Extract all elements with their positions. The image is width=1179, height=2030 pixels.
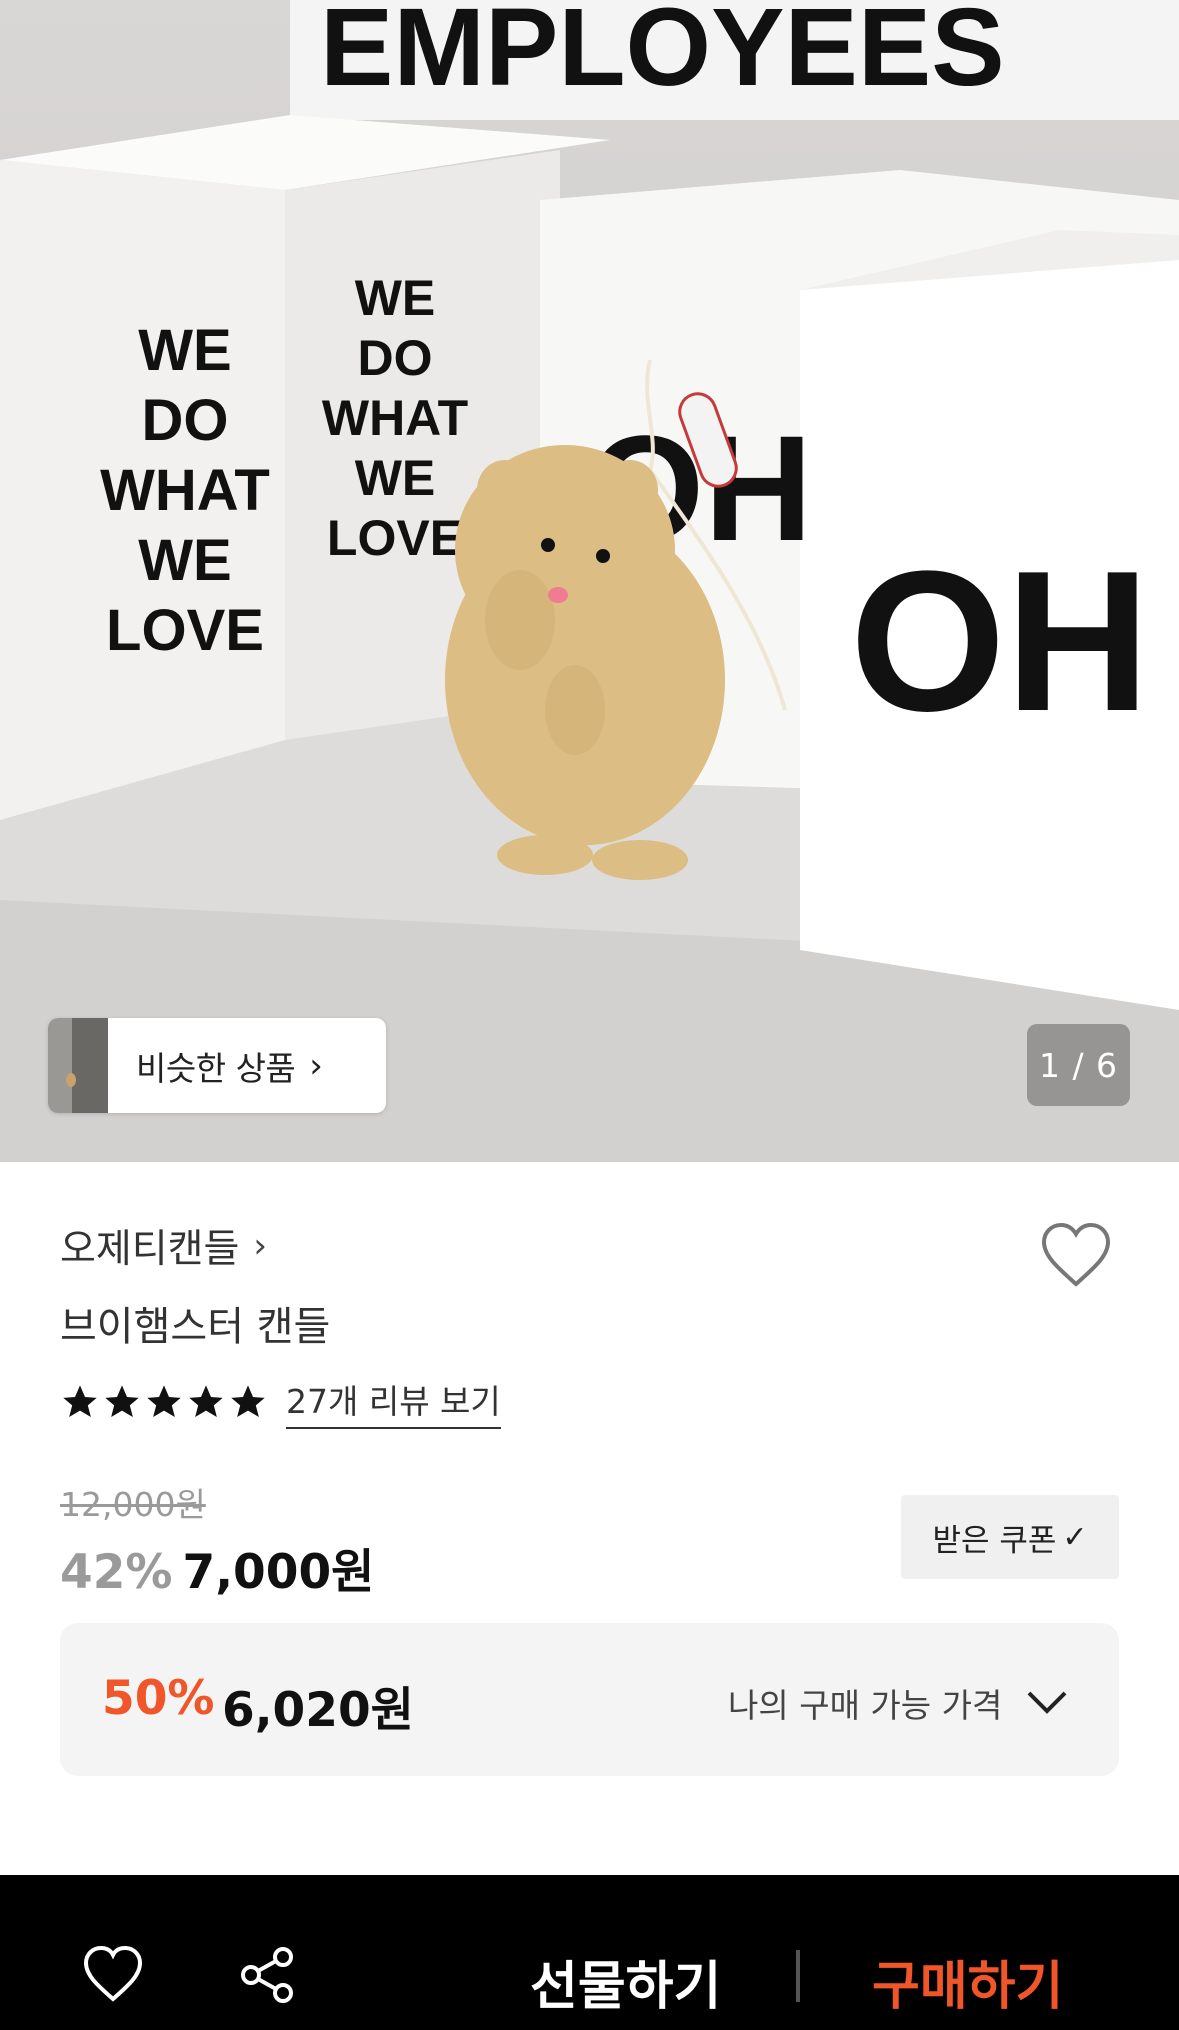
svg-text:OH: OH — [850, 530, 1150, 753]
product-photo: EMPLOYEES WE DO WHAT WE LOVE WE DO WHAT … — [0, 0, 1179, 1162]
price-row: 42% 7,000원 — [60, 1533, 374, 1602]
svg-text:LOVE: LOVE — [106, 598, 264, 663]
product-image-carousel[interactable]: EMPLOYEES WE DO WHAT WE LOVE WE DO WHAT … — [0, 0, 1179, 1162]
similar-product-thumbnail — [48, 1018, 108, 1113]
share-icon[interactable] — [237, 1945, 297, 2005]
svg-text:WHAT: WHAT — [100, 458, 270, 523]
star-icon — [147, 1385, 181, 1417]
svg-text:WE: WE — [355, 450, 436, 506]
svg-text:WHAT: WHAT — [322, 390, 468, 446]
review-link[interactable]: 27개 리뷰 보기 — [286, 1375, 501, 1429]
product-name: 브이햄스터 캔들 — [60, 1304, 331, 1350]
check-icon: ✓ — [1062, 1519, 1088, 1555]
image-page-counter: 1 / 6 — [1027, 1024, 1130, 1106]
star-icon — [105, 1385, 139, 1417]
sign-text: EMPLOYEES — [320, 0, 1005, 109]
heart-icon[interactable] — [82, 1945, 144, 2003]
svg-text:LOVE: LOVE — [327, 510, 463, 566]
brand-link[interactable]: 오제티캔들 › — [60, 1218, 267, 1274]
star-icon — [231, 1385, 265, 1417]
star-icon — [189, 1385, 223, 1417]
gift-button[interactable]: 선물하기 — [530, 1944, 721, 2019]
chevron-down-icon — [1027, 1691, 1067, 1714]
svg-text:DO: DO — [358, 330, 433, 386]
coupon-label: 받은 쿠폰 — [932, 1522, 1057, 1559]
svg-text:WE: WE — [138, 318, 231, 383]
discount-rate: 42% — [60, 1545, 173, 1600]
brand-name: 오제티캔들 — [60, 1227, 240, 1272]
divider — [796, 1950, 800, 2002]
chevron-right-icon: › — [309, 1045, 323, 1086]
heart-icon[interactable] — [1040, 1222, 1112, 1288]
svg-text:WE: WE — [138, 528, 231, 593]
chevron-right-icon: › — [253, 1226, 268, 1266]
svg-text:DO: DO — [142, 388, 229, 453]
similar-products-button[interactable]: 비슷한 상품 › — [48, 1018, 386, 1113]
my-price-label: 나의 구매 가능 가격 — [728, 1686, 1003, 1725]
svg-text:WE: WE — [355, 270, 436, 326]
my-price-panel[interactable]: 50% 6,020원 나의 구매 가능 가격 — [60, 1623, 1119, 1776]
similar-products-label: 비슷한 상품 — [136, 1048, 296, 1088]
buy-button[interactable]: 구매하기 — [872, 1944, 1063, 2019]
rating-stars — [60, 1382, 268, 1422]
sale-price: 7,000원 — [182, 1545, 375, 1600]
my-price-discount: 50% — [102, 1671, 215, 1726]
rating-row: 27개 리뷰 보기 — [60, 1375, 501, 1429]
original-price: 12,000원 — [60, 1485, 206, 1524]
star-icon — [63, 1385, 97, 1417]
my-price-value: 6,020원 — [222, 1683, 414, 1738]
received-coupon-button[interactable]: 받은 쿠폰 ✓ — [901, 1495, 1119, 1579]
